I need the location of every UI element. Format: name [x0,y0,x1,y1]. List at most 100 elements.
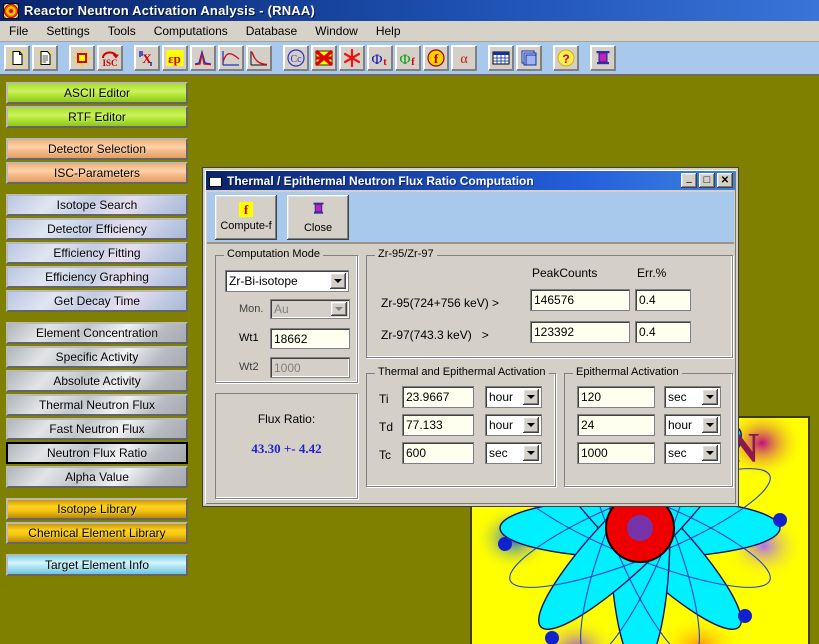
chevron-down-icon[interactable] [523,417,539,433]
minimize-button[interactable]: – [681,173,697,188]
table-icon[interactable] [488,45,514,71]
sidebar-item-label: Fast Neutron Flux [49,422,145,436]
tc-unit-select[interactable]: sec [485,442,542,464]
sidebar-item-detector-efficiency[interactable]: Detector Efficiency [6,218,188,240]
eps-p-icon[interactable]: εp [162,45,188,71]
menu-item-window[interactable]: Window [306,22,367,40]
sidebar-item-element-concentration[interactable]: Element Concentration [6,322,188,344]
sidebar-item-efficiency-graphing[interactable]: Efficiency Graphing [6,266,188,288]
sidebar-item-efficiency-fitting[interactable]: Efficiency Fitting [6,242,188,264]
sidebar-item-label: ISC-Parameters [53,166,141,180]
cc-icon[interactable]: Cc [283,45,309,71]
sidebar-item-isc-parameters[interactable]: ISC-Parameters [6,162,188,184]
menu-item-help[interactable]: Help [367,22,410,40]
epi-ti-value: 120 [581,390,602,404]
maximize-button[interactable]: □ [699,173,715,188]
menu-item-database[interactable]: Database [237,22,306,40]
f-circle-icon[interactable]: f [423,45,449,71]
zr95-peak-input[interactable]: 146576 [530,289,630,311]
menu-item-file[interactable]: File [0,22,37,40]
question-icon[interactable]: ? [553,45,579,71]
sidebar-item-label: Efficiency Fitting [53,246,141,260]
sidebar-item-absolute-activity[interactable]: Absolute Activity [6,370,188,392]
mon-label: Mon. [239,303,264,315]
exit-icon[interactable] [590,45,616,71]
sidebar-group-target: Target Element Info [0,554,196,576]
chevron-down-icon[interactable] [702,389,718,405]
chevron-down-icon[interactable] [330,273,346,289]
dialog-body: Computation Mode Zr-Bi-isotope Mon. Au W… [207,245,734,502]
sidebar: ASCII Editor RTF Editor Detector Selecti… [0,78,196,644]
ti-input[interactable]: 23.9667 [402,386,474,408]
close-dialog-button[interactable]: Close [287,194,349,240]
mon-select[interactable]: Au [270,299,350,319]
alpha-icon[interactable]: α [451,45,477,71]
open-document-button[interactable] [32,45,58,71]
sidebar-item-detector-selection[interactable]: Detector Selection [6,138,188,160]
decay-icon[interactable] [246,45,272,71]
menu-item-settings[interactable]: Settings [37,22,98,40]
svg-text:α: α [460,52,468,67]
sidebar-item-label: Efficiency Graphing [45,270,149,284]
ti-unit-select[interactable]: hour [485,386,542,408]
td-input[interactable]: 77.133 [402,414,474,436]
sidebar-item-fast-neutron-flux[interactable]: Fast Neutron Flux [6,418,188,440]
chi-icon[interactable]: X [134,45,160,71]
zr95-err-input[interactable]: 0.4 [635,289,691,311]
td-label: Td [379,420,394,434]
application-window: Reactor Neutron Activation Analysis - (R… [0,0,819,644]
epi-ti-input[interactable]: 120 [577,386,655,408]
mode-select[interactable]: Zr-Bi-isotope [225,270,349,292]
chevron-down-icon[interactable] [523,445,539,461]
sidebar-item-get-decay-time[interactable]: Get Decay Time [6,290,188,312]
chevron-down-icon[interactable] [331,302,347,316]
chevron-down-icon[interactable] [523,389,539,405]
isc-icon[interactable]: ISC [97,45,123,71]
chevron-down-icon[interactable] [702,445,718,461]
dialog-toolbar: f Compute-f Close [207,192,734,244]
sidebar-item-ascii-editor[interactable]: ASCII Editor [6,82,188,104]
sidebar-item-target-element-info[interactable]: Target Element Info [6,554,188,576]
asterisk-icon[interactable] [339,45,365,71]
phi-f-icon[interactable]: Φ f [395,45,421,71]
zr97-err-input[interactable]: 0.4 [635,321,691,343]
close-button[interactable]: ✕ [717,173,733,188]
epi-tc-input[interactable]: 1000 [577,442,655,464]
sidebar-item-alpha-value[interactable]: Alpha Value [6,466,188,488]
sidebar-item-label: ASCII Editor [63,86,131,100]
epi-tc-value: 1000 [581,446,608,460]
epi-td-unit-select[interactable]: hour [664,414,721,436]
new-document-button[interactable] [4,45,30,71]
red-x-box-icon[interactable] [311,45,337,71]
chevron-down-icon[interactable] [702,417,718,433]
close-icon: ✕ [720,174,730,186]
zr97-label: Zr-97(743.3 keV) > [381,328,489,342]
peak-icon[interactable] [190,45,216,71]
epi-tc-unit-select[interactable]: sec [664,442,721,464]
dialog-titlebar[interactable]: Thermal / Epithermal Neutron Flux Ratio … [206,171,735,190]
d-sun-icon[interactable] [69,45,95,71]
sidebar-item-chemical-element-library[interactable]: Chemical Element Library [6,522,188,544]
wt1-input[interactable]: 18662 [270,328,350,349]
sidebar-item-isotope-library[interactable]: Isotope Library [6,498,188,520]
svg-text:Cc: Cc [290,54,302,65]
phi-t-icon[interactable]: Φ t [367,45,393,71]
svg-text:ISC: ISC [102,58,117,68]
menu-item-tools[interactable]: Tools [99,22,145,40]
compute-f-button[interactable]: f Compute-f [215,194,277,240]
atom-icon [3,2,19,19]
tc-input[interactable]: 600 [402,442,474,464]
cards-icon[interactable] [516,45,542,71]
sidebar-item-thermal-neutron-flux[interactable]: Thermal Neutron Flux [6,394,188,416]
epi-ti-unit-select[interactable]: sec [664,386,721,408]
menu-item-computations[interactable]: Computations [145,22,237,40]
td-unit-select[interactable]: hour [485,414,542,436]
wt2-input[interactable]: 1000 [270,357,350,378]
zr97-peak-input[interactable]: 123392 [530,321,630,343]
sidebar-item-isotope-search[interactable]: Isotope Search [6,194,188,216]
sidebar-item-rtf-editor[interactable]: RTF Editor [6,106,188,128]
efficiency-icon[interactable] [218,45,244,71]
epi-td-input[interactable]: 24 [577,414,655,436]
sidebar-item-specific-activity[interactable]: Specific Activity [6,346,188,368]
sidebar-item-neutron-flux-ratio[interactable]: Neutron Flux Ratio [6,442,188,464]
